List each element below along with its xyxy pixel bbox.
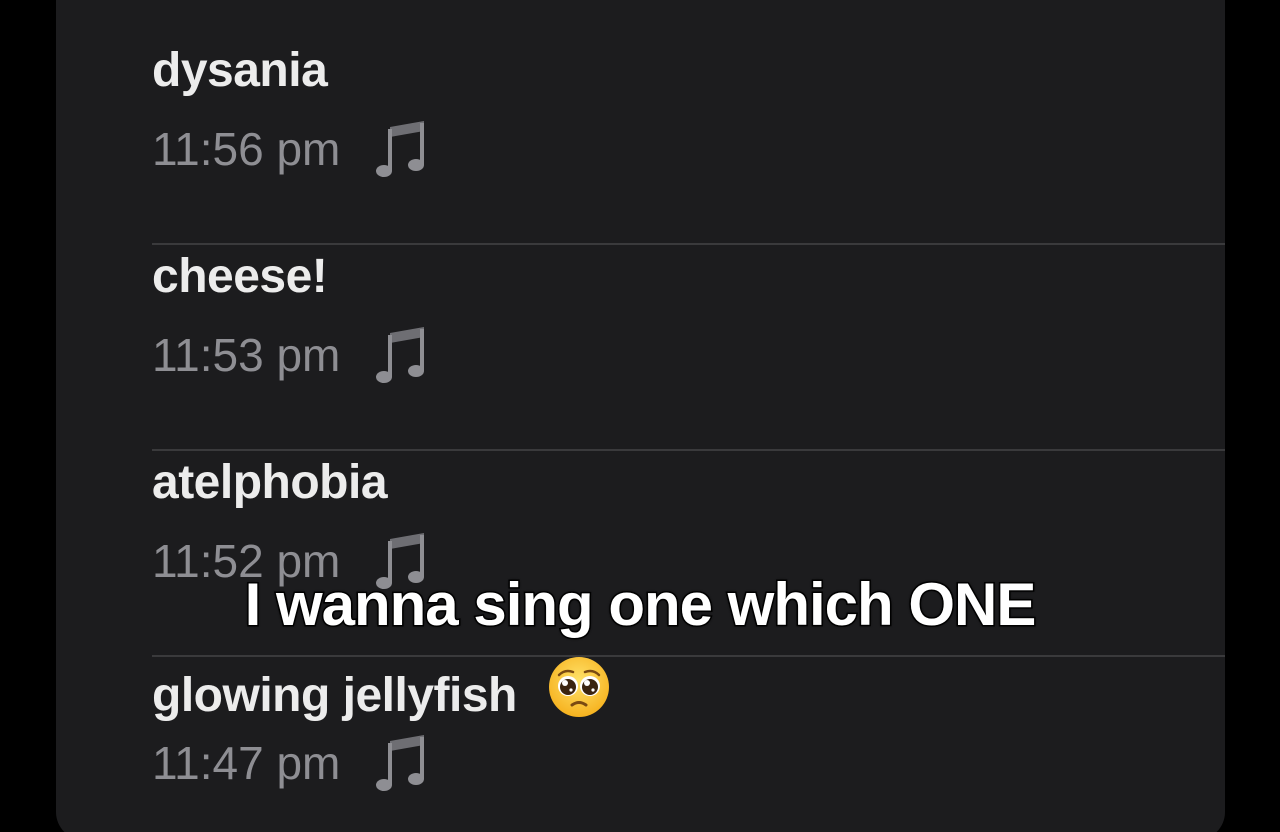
music-note-icon bbox=[376, 121, 425, 177]
voice-memo-list: dysania 11:56 pm cheese! 11:53 pm atelph… bbox=[56, 0, 1225, 832]
overlay-caption: I wanna sing one which ONE bbox=[243, 570, 1038, 640]
row-divider bbox=[152, 449, 1225, 451]
recording-title: glowing jellyfish bbox=[152, 655, 611, 726]
recording-title: atelphobia bbox=[152, 456, 388, 509]
recording-meta: 11:47 pm bbox=[152, 733, 430, 793]
recording-time: 11:56 pm bbox=[152, 123, 341, 175]
recording-title-text: glowing jellyfish bbox=[152, 669, 517, 722]
recording-meta: 11:53 pm bbox=[152, 325, 430, 385]
recording-time: 11:53 pm bbox=[152, 329, 341, 381]
list-item[interactable]: cheese! 11:53 pm bbox=[152, 247, 1225, 453]
music-note-icon bbox=[376, 735, 425, 791]
recording-title: dysania bbox=[152, 44, 328, 97]
screen: dysania 11:56 pm cheese! 11:53 pm atelph… bbox=[0, 0, 1280, 832]
row-divider bbox=[152, 243, 1225, 245]
pleading-face-emoji bbox=[548, 657, 609, 717]
list-item[interactable]: dysania 11:56 pm bbox=[152, 41, 1225, 247]
recording-meta: 11:56 pm bbox=[152, 119, 430, 179]
recording-title: cheese! bbox=[152, 250, 328, 303]
recording-time: 11:47 pm bbox=[152, 737, 341, 789]
list-item[interactable]: glowing jellyfish 11:47 pm bbox=[152, 655, 1225, 832]
music-note-icon bbox=[376, 327, 425, 383]
